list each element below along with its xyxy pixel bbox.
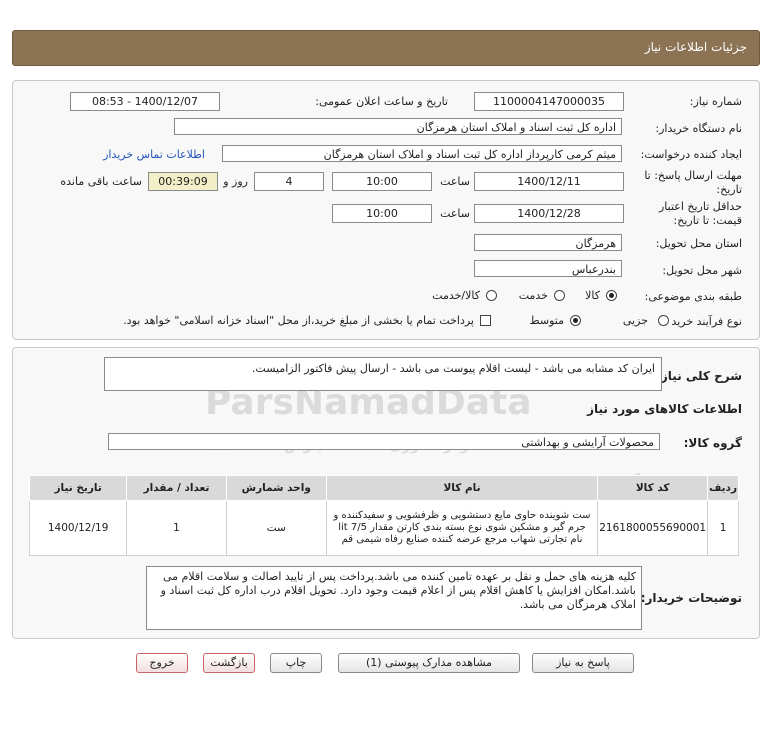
buyer-org-field: اداره کل ثبت اسناد و املاک استان هرمزگان [174,118,622,135]
delivery-city-field: بندرعباس [474,260,622,277]
need-number-label: شماره نیاز: [689,95,742,108]
process-minor-label: جزیی [622,314,648,327]
category-service-radio[interactable] [554,290,565,301]
goods-table: ردیف کد کالا نام کالا واحد شمارش تعداد /… [28,475,739,556]
treasury-payment-checkbox[interactable] [480,315,491,326]
col-row: ردیف [707,475,739,501]
goods-group-label: گروه کالا: [683,436,742,450]
reply-time-field: 10:00 [332,172,432,191]
exit-button[interactable]: خروج [136,653,188,673]
back-button[interactable]: بازگشت [203,653,255,673]
goods-section-title: اطلاعات کالاهای مورد نیاز [587,402,742,416]
buyer-org-label: نام دستگاه خریدار: [655,122,742,135]
announce-datetime-label: تاریخ و ساعت اعلان عمومی: [315,95,448,108]
category-goods-service-label: کالا/خدمت [432,289,480,302]
announce-datetime-field: 1400/12/07 - 08:53 [70,92,220,111]
process-minor-radio[interactable] [658,315,669,326]
validity-time-label: ساعت [440,207,470,220]
cell-row: 1 [707,500,739,556]
goods-table-header: ردیف کد کالا نام کالا واحد شمارش تعداد /… [28,475,739,501]
delivery-city-label: شهر محل تحویل: [662,264,742,277]
category-goods-radio[interactable] [606,290,617,301]
remaining-days-field: 4 [254,172,324,191]
general-description-box: ایران کد مشابه می باشد - لیست اقلام پیوس… [104,357,662,391]
reply-to-need-button[interactable]: پاسخ به نیاز [532,653,634,673]
view-attachments-button[interactable]: مشاهده مدارک پیوستی (1) [338,653,520,673]
table-row: 1 2161800055690001 ست شوینده حاوی مایع د… [28,500,739,556]
category-goods-label: کالا [585,289,600,302]
request-creator-label: ایجاد کننده درخواست: [640,148,742,161]
category-goods-service-radio[interactable] [486,290,497,301]
page-header: جزئیات اطلاعات نیاز [12,30,760,66]
col-qty: تعداد / مقدار [126,475,227,501]
cell-name: ست شوینده حاوی مایع دستشویی و ظرفشویی و … [325,500,599,556]
cell-unit: ست [225,500,327,556]
col-name: نام کالا [325,475,599,501]
category-service-label: خدمت [518,289,548,302]
process-medium-radio[interactable] [570,315,581,326]
process-medium-label: متوسط [529,314,564,327]
general-description-text: ایران کد مشابه می باشد - لیست اقلام پیوس… [251,362,655,375]
treasury-payment-note: پرداخت تمام یا بخشی از مبلغ خرید،از محل … [123,314,474,327]
cell-code: 2161800055690001 [597,500,709,556]
cell-qty: 1 [126,500,227,556]
col-code: کد کالا [597,475,709,501]
page-title: جزئیات اطلاعات نیاز [644,40,747,54]
days-label: روز و [223,175,248,188]
buyer-notes-label: توضیحات خریدار: [640,591,742,605]
goods-group-field: محصولات آرایشی و بهداشتی [108,433,660,450]
print-button[interactable]: چاپ [270,653,322,673]
remaining-time-field: 00:39:09 [148,172,218,191]
cell-date: 1400/12/19 [28,500,128,556]
general-description-label: شرح کلی نیاز: [656,369,742,383]
validity-date-field: 1400/12/28 [474,204,624,223]
buyer-contact-link[interactable]: اطلاعات تماس خریدار [103,148,205,161]
buyer-notes-text: کلیه هزینه های حمل و نقل بر عهده تامین ک… [160,570,636,611]
reply-deadline-label: مهلت ارسال پاسخ: تا تاریخ: [644,169,742,196]
reply-time-label: ساعت [440,175,470,188]
need-number-field: 1100004147000035 [474,92,624,111]
delivery-province-field: هرمزگان [474,234,622,251]
buyer-notes-box: کلیه هزینه های حمل و نقل بر عهده تامین ک… [146,566,642,630]
validity-time-field: 10:00 [332,204,432,223]
purchase-process-label: نوع فرآیند خرید : [664,315,742,328]
remaining-time-label: ساعت باقی مانده [60,175,142,188]
request-creator-field: میثم کرمی کارپرداز اداره کل ثبت اسناد و … [222,145,622,162]
col-date: تاریخ نیاز [28,475,128,501]
reply-date-field: 1400/12/11 [474,172,624,191]
subject-category-label: طبقه بندی موضوعی: [644,290,742,303]
col-unit: واحد شمارش [225,475,327,501]
delivery-province-label: استان محل تحویل: [655,237,742,250]
price-validity-label: حداقل تاریخ اعتبار قیمت: تا تاریخ: [658,200,742,227]
